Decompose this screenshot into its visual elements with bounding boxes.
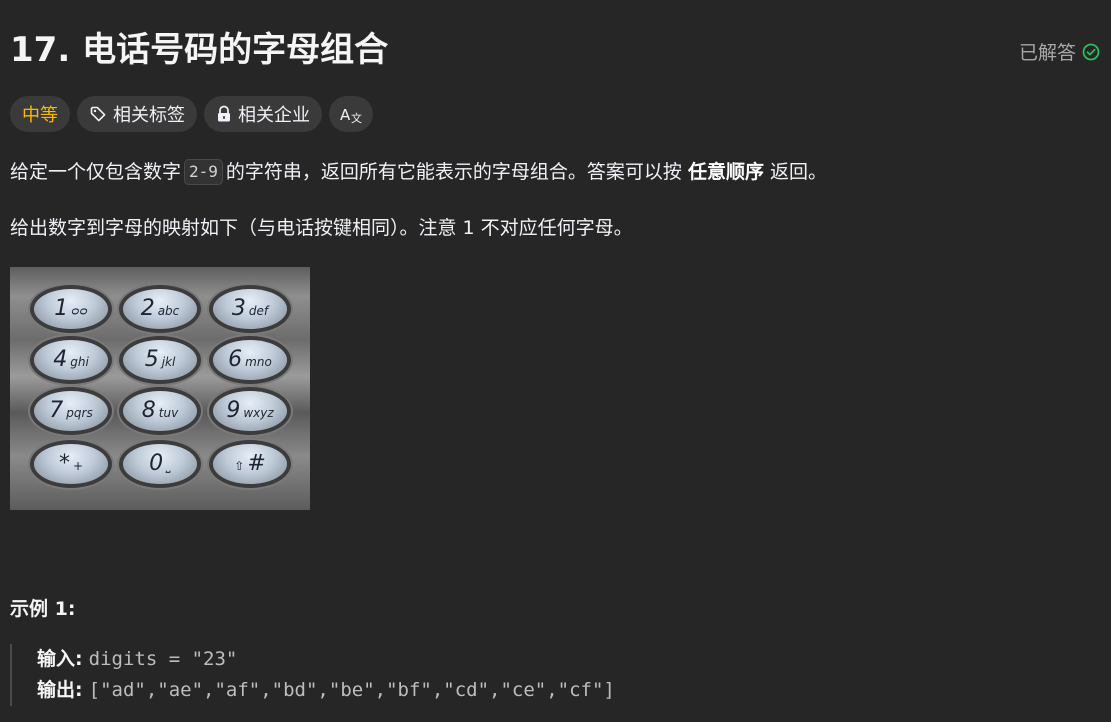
key-number: 1 [54, 296, 69, 321]
input-value: digits = "23" [88, 648, 238, 670]
key-number: 2 [140, 296, 155, 321]
lock-icon [218, 105, 230, 122]
key-letters: tuv [158, 406, 179, 420]
keypad-key: ⇧ # [213, 444, 287, 484]
keypad-key: 3 def [213, 289, 287, 329]
translate-icon: A 文 [340, 106, 362, 124]
key-number: * [58, 451, 70, 476]
key-number: 7 [49, 398, 64, 423]
key-letters: abc [157, 304, 180, 318]
tag-bar: 中等 相关标签 相关企业 A 文 [10, 96, 373, 132]
key-number: 3 [231, 296, 246, 321]
difficulty-label: 中等 [22, 105, 58, 126]
desc-text: 给定一个仅包含数字 [10, 161, 182, 183]
svg-text:A: A [340, 106, 351, 124]
keypad-key: 0 ⎵ [123, 444, 197, 484]
desc-bold: 任意顺序 [687, 161, 764, 183]
keypad-key: 1 ᴑᴑ [34, 289, 108, 329]
desc-text: 的字符串，返回所有它能表示的字母组合。答案可以按 [225, 161, 682, 183]
keypad-key: 9 wxyz [213, 391, 287, 431]
difficulty-badge[interactable]: 中等 [10, 96, 70, 132]
solved-status[interactable]: 已解答 [1019, 38, 1100, 65]
keypad-key: 5 jkl [123, 340, 197, 380]
key-number: 4 [53, 347, 68, 372]
example-input: 输入: digits = "23" [37, 644, 615, 675]
key-letters: wxyz [243, 406, 274, 420]
keypad-key: 8 tuv [123, 391, 197, 431]
desc-text: 返回。 [770, 161, 828, 183]
related-companies-button[interactable]: 相关企业 [204, 96, 322, 132]
keypad-key: 4 ghi [34, 340, 108, 380]
description-paragraph-2: 给出数字到字母的映射如下（与电话按键相同）。注意 1 不对应任何字母。 [10, 217, 633, 239]
example-block: 输入: digits = "23" 输出: ["ad","ae","af","b… [10, 644, 615, 706]
related-companies-label: 相关企业 [238, 105, 310, 126]
tag-icon [90, 106, 106, 122]
related-tags-label: 相关标签 [113, 105, 185, 126]
key-number: 8 [141, 398, 156, 423]
example-output: 输出: ["ad","ae","af","bd","be","bf","cd",… [37, 675, 615, 706]
problem-title: 17. 电话号码的字母组合 [10, 30, 389, 70]
keypad-key: 6 mno [213, 340, 287, 380]
key-letters: + [72, 459, 84, 473]
inline-code: 2-9 [184, 159, 223, 185]
key-number: 0 [149, 451, 164, 476]
key-letters: ⇧ [234, 459, 245, 473]
keypad-key: * + [34, 444, 108, 484]
input-label: 输入: [37, 648, 83, 670]
key-letters: jkl [161, 355, 176, 369]
key-number: 5 [144, 347, 159, 372]
key-letters: pqrs [66, 406, 93, 420]
key-number: 6 [228, 347, 243, 372]
keypad-key: 2 abc [123, 289, 197, 329]
key-letters: ᴑᴑ [71, 304, 88, 318]
solved-status-label: 已解答 [1018, 42, 1076, 64]
output-value: ["ad","ae","af","bd","be","bf","cd","ce"… [88, 679, 615, 701]
keypad-key: 7 pqrs [34, 391, 108, 431]
check-circle-icon [1082, 43, 1100, 60]
translate-button[interactable]: A 文 [329, 96, 373, 132]
example-title: 示例 1: [10, 598, 76, 620]
related-tags-button[interactable]: 相关标签 [77, 96, 197, 132]
key-letters: ghi [70, 355, 89, 369]
phone-keypad-image: 1 ᴑᴑ 2 abc 3 def 4 ghi 5 jkl 6 mno 7 pqrs 8 tuv … [10, 267, 310, 510]
key-number: 9 [226, 398, 241, 423]
description-paragraph-1: 给定一个仅包含数字 2-9 的字符串，返回所有它能表示的字母组合。答案可以按 任意顺… [10, 158, 827, 186]
key-letters: def [248, 304, 269, 318]
key-letters: mno [245, 355, 272, 369]
svg-text:文: 文 [351, 111, 362, 124]
key-number: # [247, 451, 266, 476]
key-letters: ⎵ [166, 459, 171, 473]
output-label: 输出: [37, 679, 83, 701]
